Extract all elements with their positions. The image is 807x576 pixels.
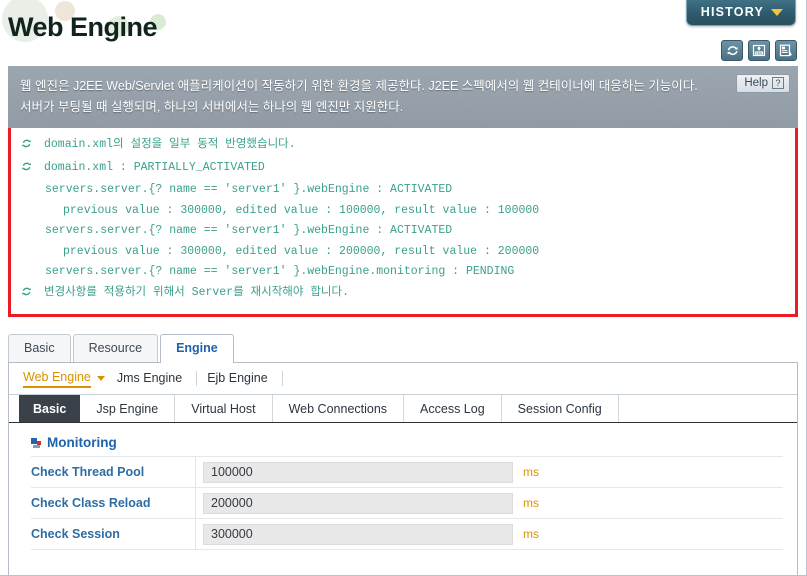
field-wrapper: ms [196, 461, 783, 483]
tab-basic[interactable]: Basic [8, 334, 71, 362]
form-bottom-divider [31, 549, 783, 550]
page-title: Web Engine [8, 12, 158, 42]
history-button[interactable]: HISTORY [685, 0, 796, 26]
primary-tabs: Basic Resource Engine [0, 331, 806, 363]
field-wrapper: ms [196, 492, 783, 514]
input-check-thread-pool[interactable] [203, 461, 513, 483]
section-header: Monitoring [9, 423, 797, 456]
cycle-arrows-icon [21, 135, 38, 157]
subtab-jms-engine[interactable]: Jms Engine [116, 371, 198, 386]
innertab-label: Access Log [420, 401, 485, 416]
field-unit: ms [523, 496, 539, 510]
description-text: 웹 엔진은 J2EE Web/Servlet 애플리케이션이 작동하기 위한 환… [20, 79, 698, 114]
header-toolbar: XML [721, 40, 797, 61]
tertiary-tabs: Basic Jsp Engine Virtual Host Web Connectio… [9, 395, 797, 423]
form-row: Check Class Reload ms [31, 487, 783, 518]
tab-resource[interactable]: Resource [72, 334, 159, 362]
innertab-access-log[interactable]: Access Log [404, 395, 502, 422]
status-message-text: previous value : 300000, edited value : … [63, 203, 540, 217]
subtab-web-engine[interactable]: Web Engine [23, 370, 111, 388]
cycle-arrows-icon [21, 158, 38, 180]
status-message-line: previous value : 300000, edited value : … [21, 201, 785, 221]
status-message-line: servers.server.{? name == 'server1' }.we… [21, 221, 785, 241]
field-label: Check Session [31, 519, 196, 549]
page-header: Web Engine HISTORY XML [0, 0, 806, 66]
input-check-session[interactable] [203, 523, 513, 545]
refresh-icon[interactable] [721, 40, 743, 61]
tab-engine[interactable]: Engine [160, 334, 234, 363]
innertab-label: Basic [33, 401, 67, 416]
innertab-label: Session Config [517, 401, 602, 416]
export-report-icon[interactable] [775, 40, 797, 61]
export-xml-icon[interactable]: XML [748, 40, 770, 61]
innertab-web-connections[interactable]: Web Connections [273, 395, 405, 422]
subtab-ejb-engine[interactable]: Ejb Engine [207, 371, 283, 386]
status-message-text: domain.xml의 설정을 일부 동적 반영했습니다. [44, 138, 296, 152]
status-message-text: servers.server.{? name == 'server1' }.we… [45, 224, 453, 238]
field-label: Check Class Reload [31, 488, 196, 518]
field-unit: ms [523, 465, 539, 479]
field-unit: ms [523, 527, 539, 541]
innertab-label: Virtual Host [191, 401, 256, 416]
innertab-session-config[interactable]: Session Config [502, 395, 619, 422]
subtab-label: Ejb Engine [207, 371, 268, 385]
help-button[interactable]: Help ? [736, 74, 790, 93]
svg-text:XML: XML [755, 51, 762, 55]
tab-label: Resource [88, 341, 143, 355]
input-check-class-reload[interactable] [203, 492, 513, 514]
tab-label: Basic [24, 341, 55, 355]
description-panel: 웹 엔진은 J2EE Web/Servlet 애플리케이션이 작동하기 위한 환… [8, 66, 798, 128]
chevron-down-icon [771, 9, 783, 16]
status-message-line: domain.xml : PARTIALLY_ACTIVATED [21, 158, 785, 180]
subtab-label: Web Engine [23, 370, 91, 388]
status-message-line: 변경사항를 적용하기 위해서 Server를 재시작해야 합니다. [21, 283, 785, 305]
help-button-label: Help [744, 77, 768, 89]
section-title: Monitoring [47, 435, 117, 450]
status-message-line: servers.server.{? name == 'server1' }.we… [21, 180, 785, 200]
status-message-text: servers.server.{? name == 'server1' }.we… [45, 183, 453, 197]
chevron-down-icon[interactable] [96, 376, 105, 381]
status-message-line: domain.xml의 설정을 일부 동적 반영했습니다. [21, 135, 785, 157]
question-mark-icon: ? [772, 77, 784, 89]
field-label: Check Thread Pool [31, 457, 196, 487]
secondary-tabs: Web Engine Jms Engine Ejb Engine [9, 363, 797, 395]
status-message-box: domain.xml의 설정을 일부 동적 반영했습니다. domain.xml … [8, 128, 798, 317]
web-engine-page: Web Engine HISTORY XML 웹 엔진은 J2EE Web/Se… [0, 0, 807, 576]
cycle-arrows-icon [21, 283, 38, 305]
section-marker-icon [31, 437, 41, 448]
subtab-label: Jms Engine [116, 371, 183, 385]
innertab-jsp-engine[interactable]: Jsp Engine [80, 395, 176, 422]
status-message-line: previous value : 300000, edited value : … [21, 242, 785, 262]
tab-label: Engine [176, 341, 218, 355]
history-button-label: HISTORY [700, 5, 764, 19]
form-row: Check Session ms [31, 518, 783, 549]
monitoring-form: Check Thread PoolmsCheck Class ReloadmsC… [9, 456, 797, 549]
innertab-label: Web Connections [288, 401, 388, 416]
field-wrapper: ms [196, 523, 783, 545]
status-message-line: servers.server.{? name == 'server1' }.we… [21, 262, 785, 282]
status-message-text: servers.server.{? name == 'server1' }.we… [45, 265, 515, 279]
status-message-text: 변경사항를 적용하기 위해서 Server를 재시작해야 합니다. [44, 285, 349, 299]
innertab-label: Jsp Engine [96, 401, 159, 416]
innertab-virtual-host[interactable]: Virtual Host [175, 395, 273, 422]
status-message-text: domain.xml : PARTIALLY_ACTIVATED [44, 160, 265, 174]
content-panel: Web Engine Jms Engine Ejb Engine Basic Jsp … [8, 362, 798, 575]
innertab-basic[interactable]: Basic [19, 395, 81, 422]
status-message-text: previous value : 300000, edited value : … [63, 244, 540, 258]
form-row: Check Thread Pool ms [31, 456, 783, 487]
